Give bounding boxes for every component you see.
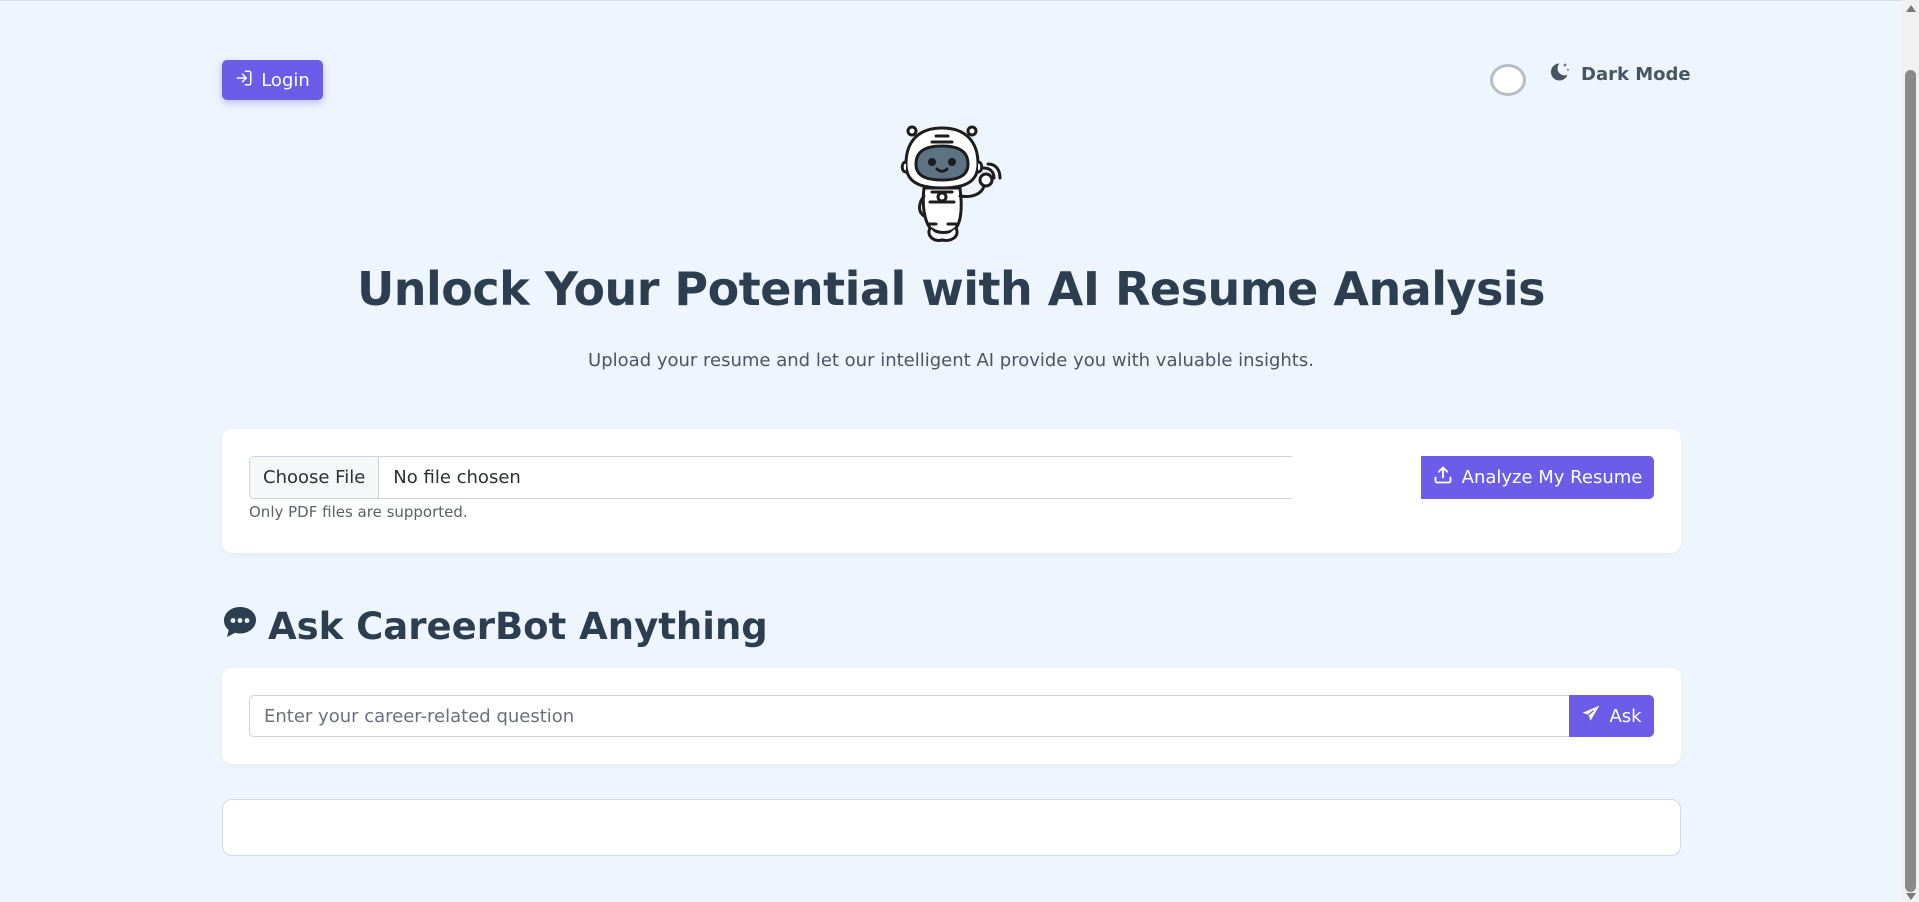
- chat-section-label: Ask CareerBot Anything: [268, 605, 768, 648]
- file-status: No file chosen: [393, 467, 521, 488]
- scroll-thumb[interactable]: [1905, 70, 1916, 892]
- moon-stars-icon: [1547, 60, 1571, 89]
- ask-label: Ask: [1609, 705, 1642, 727]
- comment-dots-icon: [222, 604, 258, 649]
- response-box: [222, 799, 1681, 856]
- dark-mode-label: Dark Mode: [1581, 64, 1691, 85]
- paper-plane-icon: [1581, 704, 1601, 729]
- dark-mode-toggle[interactable]: [1490, 64, 1526, 96]
- upload-hint: Only PDF files are supported.: [249, 503, 468, 521]
- login-label: Login: [261, 69, 310, 91]
- ask-button[interactable]: Ask: [1569, 695, 1654, 737]
- analyze-label: Analyze My Resume: [1461, 467, 1643, 488]
- login-button[interactable]: Login: [222, 60, 323, 100]
- top-divider: [0, 0, 1902, 1]
- page-subtitle: Upload your resume and let our intellige…: [588, 350, 1314, 371]
- sign-in-icon: [235, 69, 253, 92]
- upload-icon: [1433, 465, 1453, 490]
- page-title: Unlock Your Potential with AI Resume Ana…: [356, 262, 1546, 316]
- robot-mascot: [898, 124, 1002, 244]
- scroll-down-arrow-icon[interactable]: [1906, 893, 1916, 900]
- dark-mode-label-group[interactable]: Dark Mode: [1547, 60, 1691, 89]
- choose-file-button[interactable]: Choose File: [250, 457, 380, 498]
- file-input[interactable]: Choose File No file chosen: [249, 456, 1292, 499]
- chat-section-title: Ask CareerBot Anything: [222, 604, 768, 649]
- upload-card: Choose File No file chosen Analyze My Re…: [222, 429, 1681, 553]
- scroll-up-arrow-icon[interactable]: [1906, 5, 1916, 12]
- page-scrollbar[interactable]: [1902, 0, 1919, 902]
- question-input[interactable]: [249, 695, 1571, 737]
- ask-card: Ask: [222, 668, 1681, 764]
- analyze-resume-button[interactable]: Analyze My Resume: [1421, 456, 1654, 499]
